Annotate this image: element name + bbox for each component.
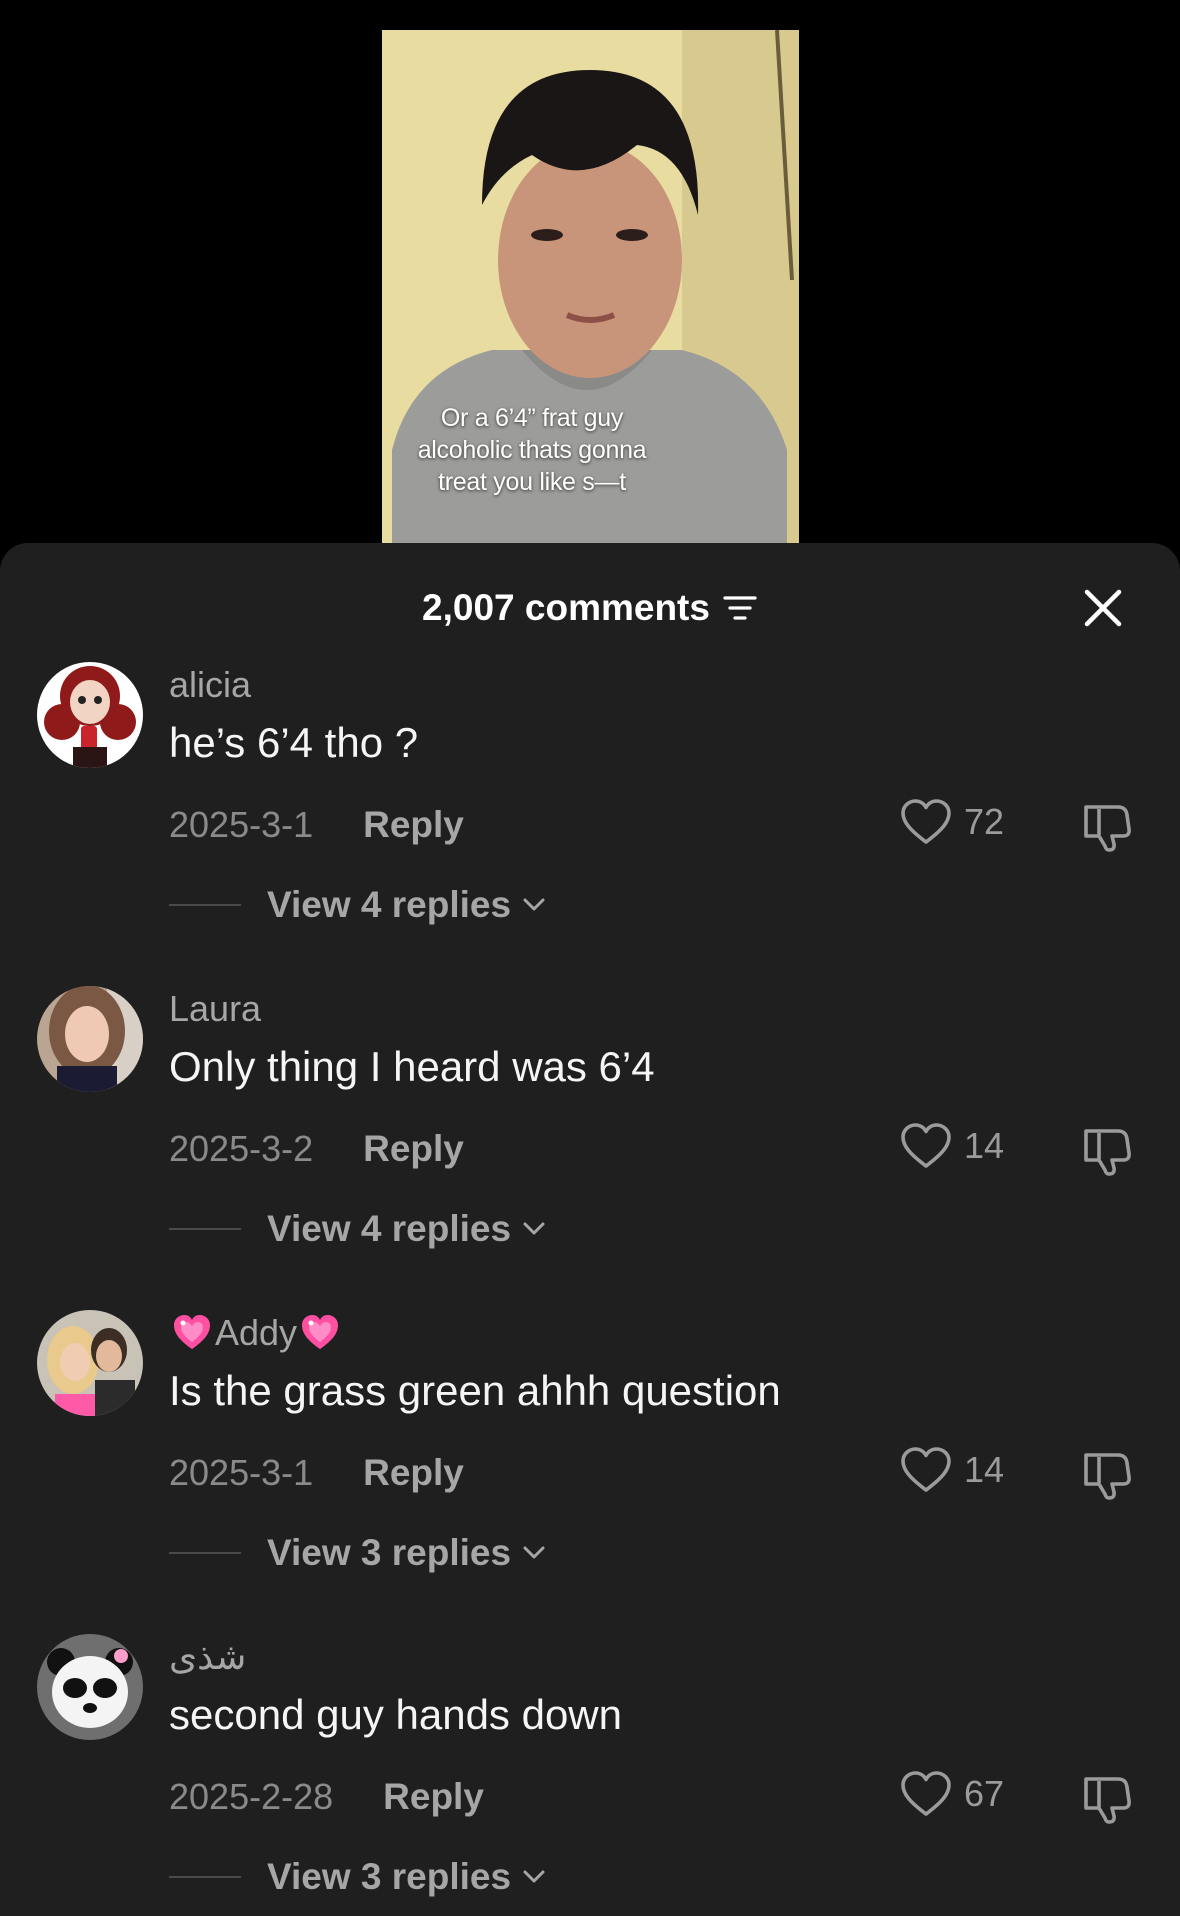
heart-icon xyxy=(901,1771,951,1816)
caption-line: Or a 6’4” frat guy xyxy=(440,404,624,432)
replies-divider xyxy=(169,1228,241,1230)
comment-item: alicia he’s 6’4 tho ? 2025-3-1 Reply 72 … xyxy=(0,662,1180,986)
like-button[interactable]: 72 xyxy=(900,798,1004,846)
like-count: 14 xyxy=(964,1449,1005,1490)
comment-date: 2025-2-28 xyxy=(169,1776,334,1817)
chevron-down-icon xyxy=(523,1546,545,1559)
chevron-down-icon xyxy=(523,898,545,911)
comment-date: 2025-3-1 xyxy=(169,804,314,845)
avatar-image xyxy=(37,1310,143,1416)
avatar[interactable] xyxy=(37,986,143,1092)
view-replies-button[interactable]: View 4 replies xyxy=(169,884,549,926)
sparkling-heart-icon xyxy=(174,1315,210,1349)
like-button[interactable]: 14 xyxy=(900,1446,1004,1494)
close-icon xyxy=(1084,589,1122,627)
comment-meta: 2025-3-2 Reply xyxy=(169,1128,464,1170)
comments-sheet: 2,007 comments alicia he’s 6’4 tho ? 202… xyxy=(0,543,1180,1916)
caption-line: alcoholic thats gonna xyxy=(417,436,647,464)
view-replies-button[interactable]: View 3 replies xyxy=(169,1856,549,1898)
username-text: Addy xyxy=(215,1312,298,1353)
comment-item: Laura Only thing I heard was 6’4 2025-3-… xyxy=(0,986,1180,1310)
view-replies-button[interactable]: View 4 replies xyxy=(169,1208,549,1250)
comment-username[interactable]: شذى xyxy=(169,1636,246,1678)
comments-header: 2,007 comments xyxy=(0,583,1180,633)
avatar-image xyxy=(37,1634,143,1740)
comment-username[interactable]: Addy xyxy=(169,1312,343,1354)
video-preview[interactable]: Or a 6’4” frat guy alcoholic thats gonna… xyxy=(382,30,799,543)
username-text: Laura xyxy=(169,988,262,1029)
sparkling-heart-icon xyxy=(302,1315,339,1349)
like-count: 14 xyxy=(964,1125,1005,1166)
chevron-down-icon xyxy=(523,1870,545,1883)
avatar-image xyxy=(37,986,143,1092)
replies-divider xyxy=(169,1876,241,1878)
heart-icon xyxy=(901,1123,951,1168)
like-button[interactable]: 14 xyxy=(900,1122,1004,1170)
comment-text: Is the grass green ahhh question xyxy=(169,1367,781,1414)
heart-icon xyxy=(901,799,951,844)
comment-text: he’s 6’4 tho ? xyxy=(169,719,419,766)
comment-item: Addy Is the grass green ahhh question 20… xyxy=(0,1310,1180,1634)
video-caption: Or a 6’4” frat guy alcoholic thats gonna… xyxy=(382,402,682,498)
reply-button[interactable]: Reply xyxy=(363,1452,464,1494)
view-replies-label: View 4 replies xyxy=(267,1208,512,1249)
comment-username[interactable]: alicia xyxy=(169,664,251,706)
avatar-image xyxy=(37,662,143,768)
comment-meta: 2025-2-28 Reply xyxy=(169,1776,484,1818)
comment-meta: 2025-3-1 Reply xyxy=(169,804,464,846)
comment-meta: 2025-3-1 Reply xyxy=(169,1452,464,1494)
view-replies-label: View 3 replies xyxy=(267,1532,512,1573)
comment-date: 2025-3-2 xyxy=(169,1128,314,1169)
dislike-icon[interactable] xyxy=(1080,1447,1134,1501)
view-replies-button[interactable]: View 3 replies xyxy=(169,1532,549,1574)
chevron-down-icon xyxy=(523,1222,545,1235)
reply-button[interactable]: Reply xyxy=(363,804,464,846)
reply-button[interactable]: Reply xyxy=(363,1128,464,1170)
replies-divider xyxy=(169,1552,241,1554)
reply-button[interactable]: Reply xyxy=(383,1776,484,1818)
close-button[interactable] xyxy=(1078,583,1128,633)
comment-username[interactable]: Laura xyxy=(169,988,261,1030)
comment-date: 2025-3-1 xyxy=(169,1452,314,1493)
avatar[interactable] xyxy=(37,662,143,768)
view-replies-label: View 3 replies xyxy=(267,1856,512,1897)
username-text: alicia xyxy=(169,664,252,705)
like-button[interactable]: 67 xyxy=(900,1770,1004,1818)
comment-count: 2,007 comments xyxy=(422,587,710,628)
dislike-icon[interactable] xyxy=(1080,799,1134,853)
comment-text: Only thing I heard was 6’4 xyxy=(169,1043,655,1090)
comment-text: second guy hands down xyxy=(169,1691,622,1738)
avatar[interactable] xyxy=(37,1310,143,1416)
sort-lines-icon[interactable] xyxy=(722,590,758,626)
replies-divider xyxy=(169,904,241,906)
comment-item: شذى second guy hands down 2025-2-28 Repl… xyxy=(0,1634,1180,1916)
caption-line: treat you like s—t xyxy=(438,468,626,496)
username-text: شذى xyxy=(169,1636,247,1677)
like-count: 67 xyxy=(964,1773,1005,1814)
avatar[interactable] xyxy=(37,1634,143,1740)
heart-icon xyxy=(901,1447,951,1492)
view-replies-label: View 4 replies xyxy=(267,884,512,925)
app-root: Or a 6’4” frat guy alcoholic thats gonna… xyxy=(0,0,1180,1916)
dislike-icon[interactable] xyxy=(1080,1771,1134,1825)
like-count: 72 xyxy=(964,801,1005,842)
dislike-icon[interactable] xyxy=(1080,1123,1134,1177)
